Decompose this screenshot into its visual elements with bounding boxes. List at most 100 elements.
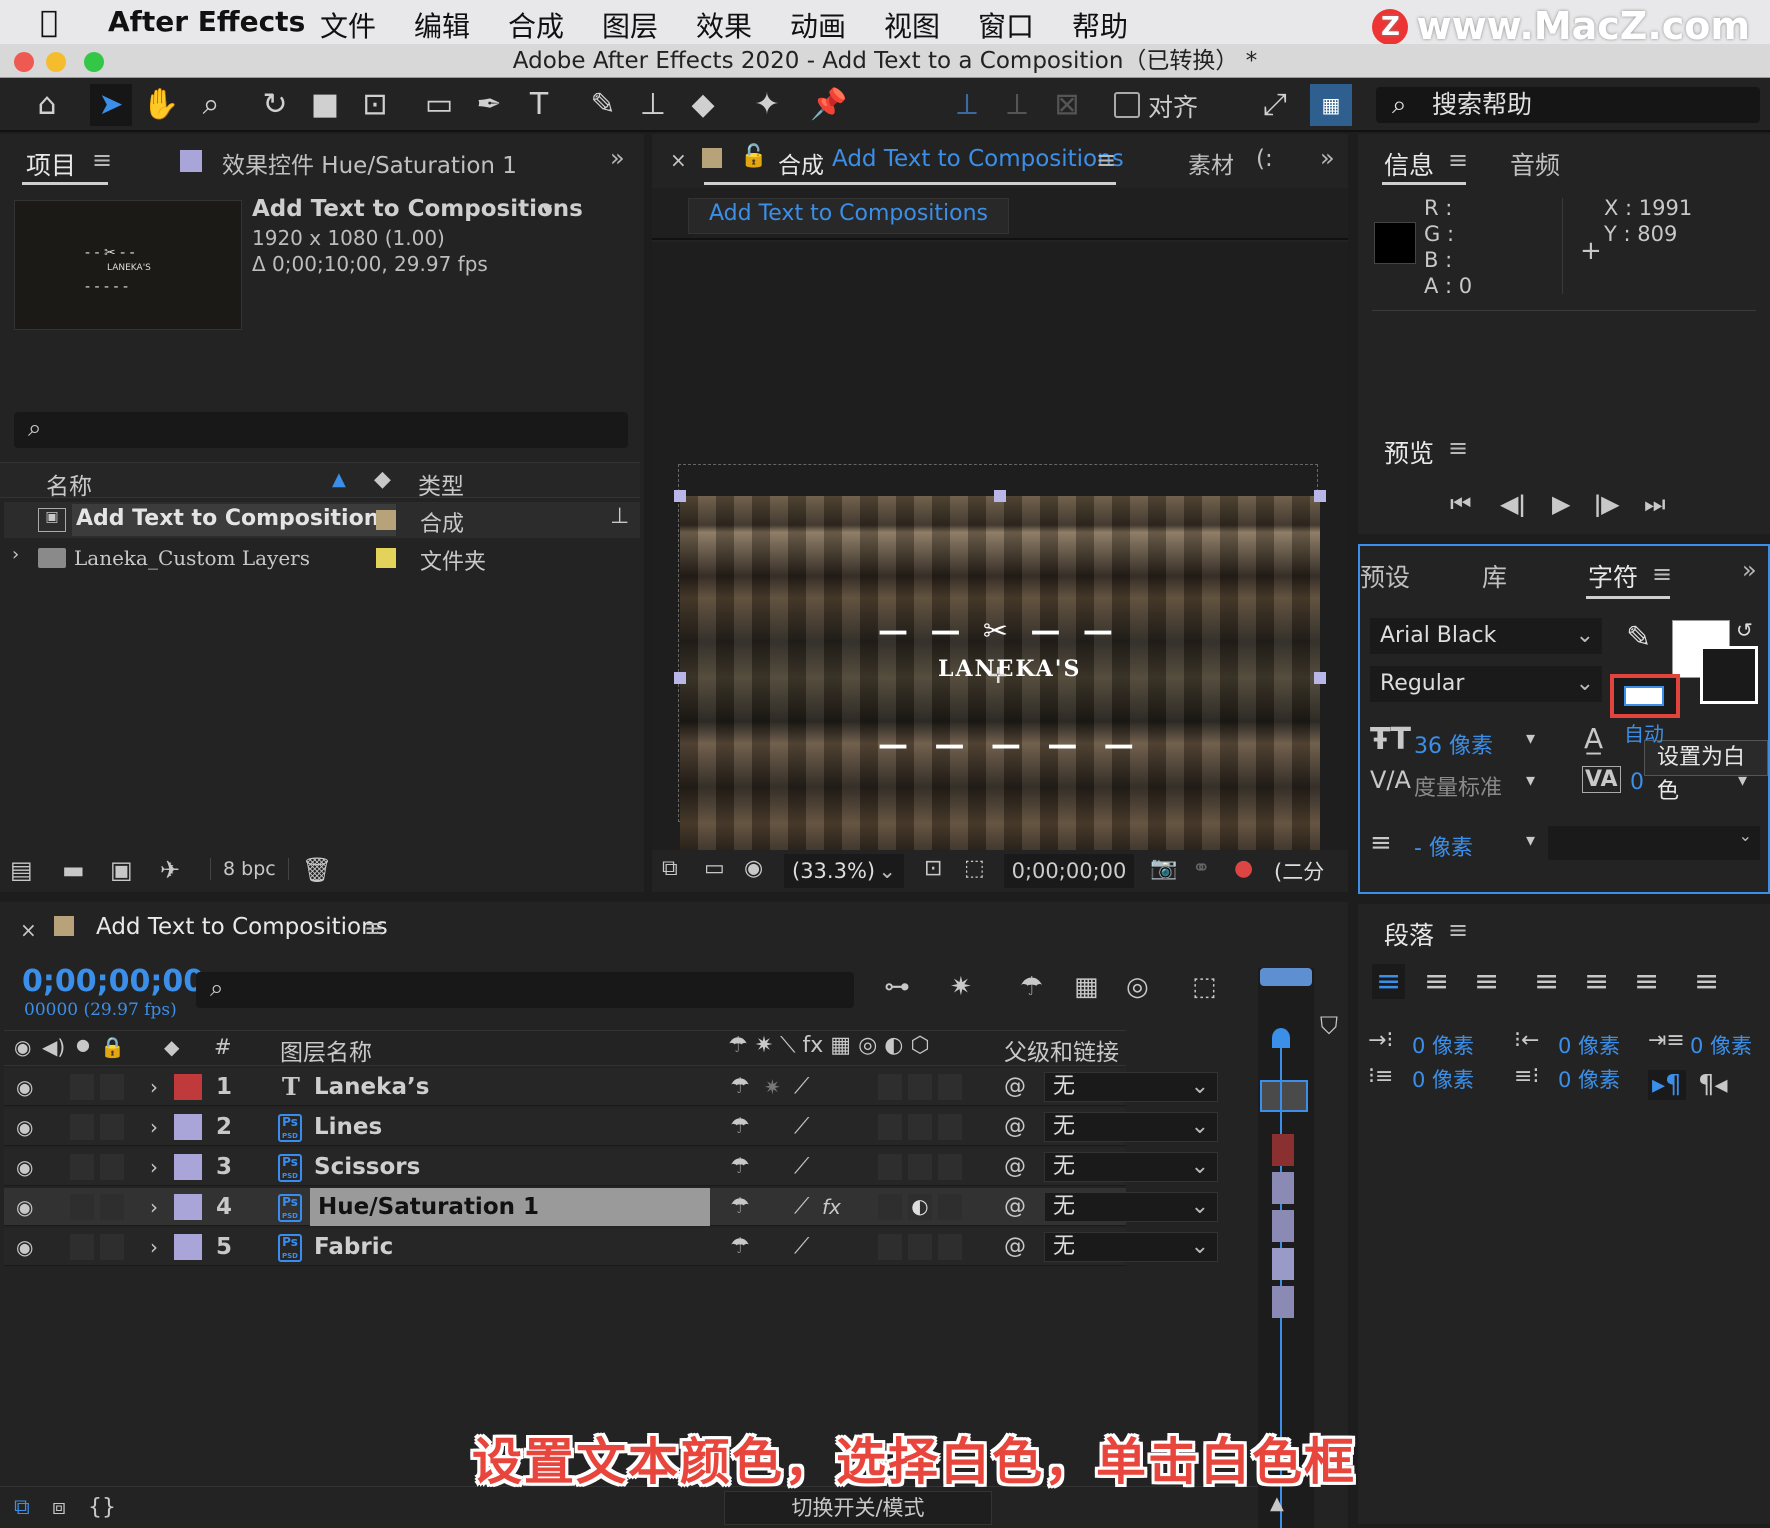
- chevron-right-icon[interactable]: ›: [12, 544, 19, 565]
- project-item-name[interactable]: Laneka_Custom Layers: [74, 546, 310, 570]
- last-frame-icon[interactable]: ⏭: [1644, 490, 1666, 518]
- shy-switch-icon[interactable]: ☂: [730, 1068, 750, 1106]
- rotate-tool-icon[interactable]: ↻: [254, 84, 296, 126]
- menu-after-effects[interactable]: After Effects: [108, 5, 305, 38]
- pick-whip-icon[interactable]: @: [1004, 1188, 1026, 1226]
- rtl-direction-icon[interactable]: ¶◂: [1698, 1070, 1728, 1100]
- layer-row[interactable]: ◉ › 1 T Laneka’s ☂ ✷ ⟋ @ 无 ⌄: [4, 1068, 1218, 1106]
- project-item-folder[interactable]: › Laneka_Custom Layers 文件夹: [4, 540, 640, 576]
- transfer-controls-icon[interactable]: ⧈: [52, 1495, 66, 1520]
- quality-switch-icon[interactable]: ⟋: [794, 1148, 809, 1186]
- resolution-dropdown[interactable]: (二分: [1274, 856, 1324, 886]
- col-type-header[interactable]: 类型: [418, 467, 464, 501]
- lock-toggle[interactable]: [100, 1234, 124, 1260]
- menu-edit[interactable]: 编辑: [414, 5, 470, 45]
- layer-switches-icon[interactable]: ⧉: [14, 1495, 30, 1520]
- 3d-layer-toggle[interactable]: [938, 1114, 962, 1140]
- stroke-width-value[interactable]: - 像素: [1414, 830, 1473, 862]
- layer-duration-bar[interactable]: [1272, 1286, 1294, 1318]
- adjustment-layer-toggle[interactable]: ◐: [908, 1194, 932, 1220]
- bit-depth-button[interactable]: 8 bpc: [210, 858, 289, 880]
- zoom-out-icon[interactable]: ▲: [1270, 1493, 1284, 1514]
- pan-behind-tool-icon[interactable]: ⊡: [354, 84, 396, 126]
- comp-viewer[interactable]: — — ✂ — — LANEKA'S — — — — — ✛: [652, 242, 1348, 866]
- indent-right-value[interactable]: 0 像素: [1558, 1030, 1620, 1060]
- puppet-pin-tool-icon[interactable]: 📌: [808, 84, 850, 126]
- eye-icon[interactable]: ◉: [16, 1148, 33, 1186]
- layer-name[interactable]: Hue/Saturation 1: [310, 1188, 710, 1226]
- snapshot-icon[interactable]: 📷: [1150, 856, 1177, 881]
- toggle-switches-modes-button[interactable]: 切换开关/模式: [724, 1491, 992, 1525]
- eye-icon[interactable]: ◉: [16, 1188, 33, 1226]
- eye-icon[interactable]: ◉: [16, 1068, 33, 1106]
- roto-brush-tool-icon[interactable]: ✦: [746, 84, 788, 126]
- trash-icon[interactable]: 🗑: [302, 856, 332, 884]
- parent-dropdown[interactable]: 无 ⌄: [1044, 1192, 1218, 1222]
- align-checkbox[interactable]: [1114, 92, 1140, 118]
- panel-menu-icon[interactable]: ≡: [1448, 916, 1468, 944]
- chevron-right-icon[interactable]: ›: [150, 1068, 158, 1106]
- minimize-window-button[interactable]: [46, 52, 66, 72]
- solo-toggle[interactable]: [70, 1194, 94, 1220]
- menu-file[interactable]: 文件: [320, 5, 376, 45]
- quality-switch-icon[interactable]: ⟋: [794, 1228, 809, 1266]
- layer-name[interactable]: Lines: [314, 1108, 382, 1146]
- continuous-rasterize-icon[interactable]: ✷: [764, 1068, 781, 1106]
- tab-library[interactable]: 库: [1482, 558, 1507, 594]
- adjustment-layer-toggle[interactable]: [908, 1114, 932, 1140]
- panel-overflow-icon[interactable]: »: [1742, 556, 1757, 584]
- graph-editor-icon[interactable]: ⬚: [1192, 972, 1217, 1002]
- play-icon[interactable]: ▶: [1552, 490, 1570, 518]
- camera-tool-icon[interactable]: ■: [304, 84, 346, 126]
- layer-label-color[interactable]: [174, 1234, 202, 1260]
- label-color-swatch[interactable]: [376, 510, 396, 530]
- tab-comp-name[interactable]: Add Text to Compositions: [832, 146, 1124, 172]
- solo-toggle[interactable]: [70, 1234, 94, 1260]
- motion-blur-toggle[interactable]: [878, 1194, 902, 1220]
- zoom-dropdown[interactable]: (33.3%) ⌄: [784, 854, 904, 888]
- close-tab-icon[interactable]: ×: [670, 148, 687, 172]
- project-item-comp[interactable]: ▣ Add Text to Compositions 合成 ⊥: [4, 502, 640, 538]
- new-folder-icon[interactable]: ▬: [62, 856, 85, 884]
- quality-switch-icon[interactable]: ⟋: [794, 1188, 809, 1226]
- lock-toggle[interactable]: [100, 1154, 124, 1180]
- layer-label-color[interactable]: [174, 1074, 202, 1100]
- layer-row[interactable]: ◉ › 2 Ps PSD Lines ☂ ⟋ @ 无 ⌄: [4, 1108, 1218, 1146]
- search-help-input[interactable]: ⌕ 搜索帮助: [1376, 87, 1760, 123]
- tracking-value[interactable]: 0: [1630, 770, 1644, 795]
- selection-tool-icon[interactable]: ➤: [90, 84, 132, 126]
- leading-value[interactable]: 自动: [1624, 718, 1664, 747]
- layer-label-color[interactable]: [174, 1114, 202, 1140]
- col-name-header[interactable]: 名称: [46, 467, 92, 501]
- chevron-right-icon[interactable]: ›: [150, 1148, 158, 1186]
- tab-footage-extra[interactable]: (:: [1256, 146, 1273, 172]
- parent-dropdown[interactable]: 无 ⌄: [1044, 1112, 1218, 1142]
- chevron-down-icon[interactable]: ▾: [542, 196, 552, 220]
- layer-row[interactable]: ◉ › 4 Ps PSD Hue/Saturation 1 ☂ ⟋ fx ◐ @ …: [4, 1188, 1218, 1226]
- show-snapshot-icon[interactable]: ⚭: [1192, 856, 1210, 881]
- adjustment-layer-toggle[interactable]: [908, 1154, 932, 1180]
- new-composition-icon[interactable]: ▣: [110, 856, 133, 884]
- project-settings-icon[interactable]: ✈: [160, 856, 180, 884]
- region-of-interest-icon[interactable]: ⊡: [924, 856, 942, 881]
- indent-first-line-value[interactable]: 0 像素: [1690, 1030, 1752, 1060]
- brush-tool-icon[interactable]: ✎: [582, 84, 624, 126]
- motion-blur-toggle[interactable]: [878, 1234, 902, 1260]
- transform-handle[interactable]: [674, 672, 686, 684]
- marker-icon[interactable]: ⛉: [1320, 1012, 1338, 1040]
- layer-duration-bar[interactable]: [1272, 1248, 1294, 1280]
- col-parent-header[interactable]: 父级和链接: [1004, 1033, 1119, 1067]
- apple-icon[interactable]: : [40, 5, 58, 40]
- 3d-layer-toggle[interactable]: [938, 1074, 962, 1100]
- font-family-dropdown[interactable]: Arial Black ⌄: [1370, 618, 1602, 654]
- workspace-icon[interactable]: ▦: [1310, 84, 1352, 126]
- panel-menu-icon[interactable]: ≡: [364, 914, 384, 942]
- axis-local-icon[interactable]: ⟂: [946, 84, 988, 126]
- layer-name[interactable]: Scissors: [314, 1148, 420, 1186]
- layer-row[interactable]: ◉ › 5 Ps PSD Fabric ☂ ⟋ @ 无 ⌄: [4, 1228, 1218, 1266]
- menu-effect[interactable]: 效果: [696, 5, 752, 45]
- stroke-color-swatch[interactable]: [1700, 646, 1758, 704]
- chevron-right-icon[interactable]: ›: [150, 1108, 158, 1146]
- lock-toggle[interactable]: [100, 1114, 124, 1140]
- transparency-grid-icon[interactable]: ⬚: [964, 856, 985, 881]
